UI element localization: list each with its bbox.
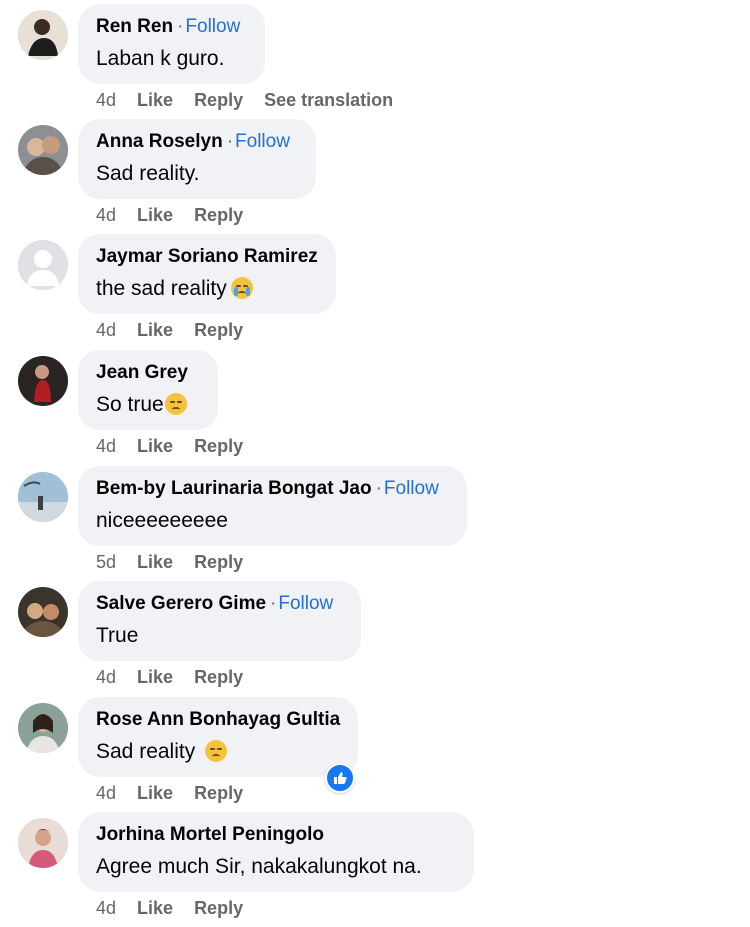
comment-actions: 4d Like Reply — [96, 898, 264, 920]
comment-author[interactable]: Jaymar Soriano Ramirez — [96, 246, 318, 267]
reply-button[interactable]: Reply — [194, 552, 243, 572]
comment-actions: 5d Like Reply — [96, 552, 264, 574]
avatar[interactable] — [18, 472, 68, 522]
follow-button[interactable]: Follow — [235, 131, 290, 152]
comment-list: Ren Ren · Follow Laban k guro. 4d Like Reply… — [0, 0, 750, 920]
reply-button[interactable]: Reply — [194, 90, 243, 110]
like-button[interactable]: Like — [137, 552, 173, 572]
avatar[interactable] — [18, 818, 68, 868]
reply-button[interactable]: Reply — [194, 436, 243, 456]
comment-item: Bem-by Laurinaria Bongat Jao · Follow nice… — [0, 466, 750, 581]
comment-timestamp[interactable]: 5d — [96, 552, 116, 572]
pensive-face-icon — [205, 740, 228, 762]
comment-bubble: Bem-by Laurinaria Bongat Jao · Follow nice… — [78, 466, 467, 546]
like-button[interactable]: Like — [137, 320, 173, 340]
comment-author[interactable]: Jean Grey — [96, 362, 188, 383]
separator-dot: · — [270, 593, 277, 614]
comment-text: True — [96, 624, 139, 647]
like-button[interactable]: Like — [137, 436, 173, 456]
comment-actions: 4d Like Reply — [96, 436, 264, 458]
comment-text: So true — [96, 391, 200, 419]
comment-bubble: Ren Ren · Follow Laban k guro. — [78, 4, 265, 84]
avatar[interactable] — [18, 703, 68, 753]
comment-actions: 4d Like Reply — [96, 320, 264, 342]
comment-item: Rose Ann Bonhayag Gultia Sad reality 4d L… — [0, 697, 750, 812]
comment-author[interactable]: Rose Ann Bonhayag Gultia — [96, 709, 340, 730]
comment-author[interactable]: Salve Gerero Gime — [96, 593, 266, 614]
reply-button[interactable]: Reply — [194, 898, 243, 918]
comment-timestamp[interactable]: 4d — [96, 436, 116, 456]
avatar-placeholder-icon[interactable] — [18, 240, 68, 290]
comment-text-content: the sad reality — [96, 277, 227, 300]
comment-author[interactable]: Anna Roselyn — [96, 131, 223, 152]
comment-item: Jorhina Mortel Peningolo Agree much Sir,… — [0, 812, 750, 927]
comment-bubble: Salve Gerero Gime · Follow True — [78, 581, 361, 661]
comment-item: Ren Ren · Follow Laban k guro. 4d Like Reply… — [0, 4, 750, 119]
avatar[interactable] — [18, 587, 68, 637]
comment-bubble: Rose Ann Bonhayag Gultia Sad reality — [78, 697, 358, 777]
comment-item: Anna Roselyn · Follow Sad reality. 4d Like R… — [0, 119, 750, 234]
comment-bubble: Jorhina Mortel Peningolo Agree much Sir,… — [78, 812, 474, 892]
reply-button[interactable]: Reply — [194, 320, 243, 340]
reply-button[interactable]: Reply — [194, 783, 243, 803]
like-button[interactable]: Like — [137, 898, 173, 918]
comment-author[interactable]: Ren Ren — [96, 16, 173, 37]
separator-dot: · — [375, 478, 382, 499]
comment-timestamp[interactable]: 4d — [96, 783, 116, 803]
like-button[interactable]: Like — [137, 783, 173, 803]
avatar[interactable] — [18, 356, 68, 406]
comment-item: Jean Grey So true 4d Like Reply — [0, 350, 750, 465]
like-reaction-icon[interactable] — [325, 763, 355, 793]
reply-button[interactable]: Reply — [194, 667, 243, 687]
avatar[interactable] — [18, 10, 68, 60]
like-button[interactable]: Like — [137, 667, 173, 687]
pensive-face-icon — [164, 393, 187, 415]
comment-timestamp[interactable]: 4d — [96, 205, 116, 225]
comment-text: niceeeeeeeee — [96, 509, 228, 532]
comment-item: Jaymar Soriano Ramirez the sad reality 4… — [0, 234, 750, 349]
comment-timestamp[interactable]: 4d — [96, 667, 116, 687]
comment-timestamp[interactable]: 4d — [96, 320, 116, 340]
avatar[interactable] — [18, 125, 68, 175]
comment-author[interactable]: Jorhina Mortel Peningolo — [96, 824, 324, 845]
comment-bubble: Jean Grey So true — [78, 350, 218, 430]
comment-timestamp[interactable]: 4d — [96, 90, 116, 110]
reply-button[interactable]: Reply — [194, 205, 243, 225]
separator-dot: · — [226, 131, 234, 152]
comment-text: the sad reality — [96, 275, 318, 303]
comment-author[interactable]: Bem-by Laurinaria Bongat Jao — [96, 478, 372, 499]
follow-button[interactable]: Follow — [384, 478, 439, 499]
comment-bubble: Anna Roselyn · Follow Sad reality. — [78, 119, 316, 199]
comment-text: Agree much Sir, nakakalungkot na. — [96, 855, 422, 878]
comment-actions: 4d Like Reply See translation — [96, 90, 414, 112]
comment-text-content: Sad reality — [96, 740, 196, 763]
comment-timestamp[interactable]: 4d — [96, 898, 116, 918]
follow-button[interactable]: Follow — [185, 16, 240, 37]
comment-bubble: Jaymar Soriano Ramirez the sad reality — [78, 234, 336, 314]
comment-actions: 4d Like Reply — [96, 667, 264, 689]
like-button[interactable]: Like — [137, 205, 173, 225]
follow-button[interactable]: Follow — [278, 593, 333, 614]
comment-text: Laban k guro. — [96, 47, 225, 70]
comment-actions: 4d Like Reply — [96, 205, 264, 227]
see-translation-button[interactable]: See translation — [264, 90, 393, 110]
comment-item: Salve Gerero Gime · Follow True 4d Like Repl… — [0, 581, 750, 696]
comment-actions: 4d Like Reply — [96, 783, 264, 805]
comment-text: Sad reality — [96, 738, 340, 766]
comment-text-content: So true — [96, 393, 164, 416]
like-button[interactable]: Like — [137, 90, 173, 110]
separator-dot: · — [177, 16, 184, 37]
comment-text: Sad reality. — [96, 162, 200, 185]
crying-face-icon — [230, 277, 253, 299]
